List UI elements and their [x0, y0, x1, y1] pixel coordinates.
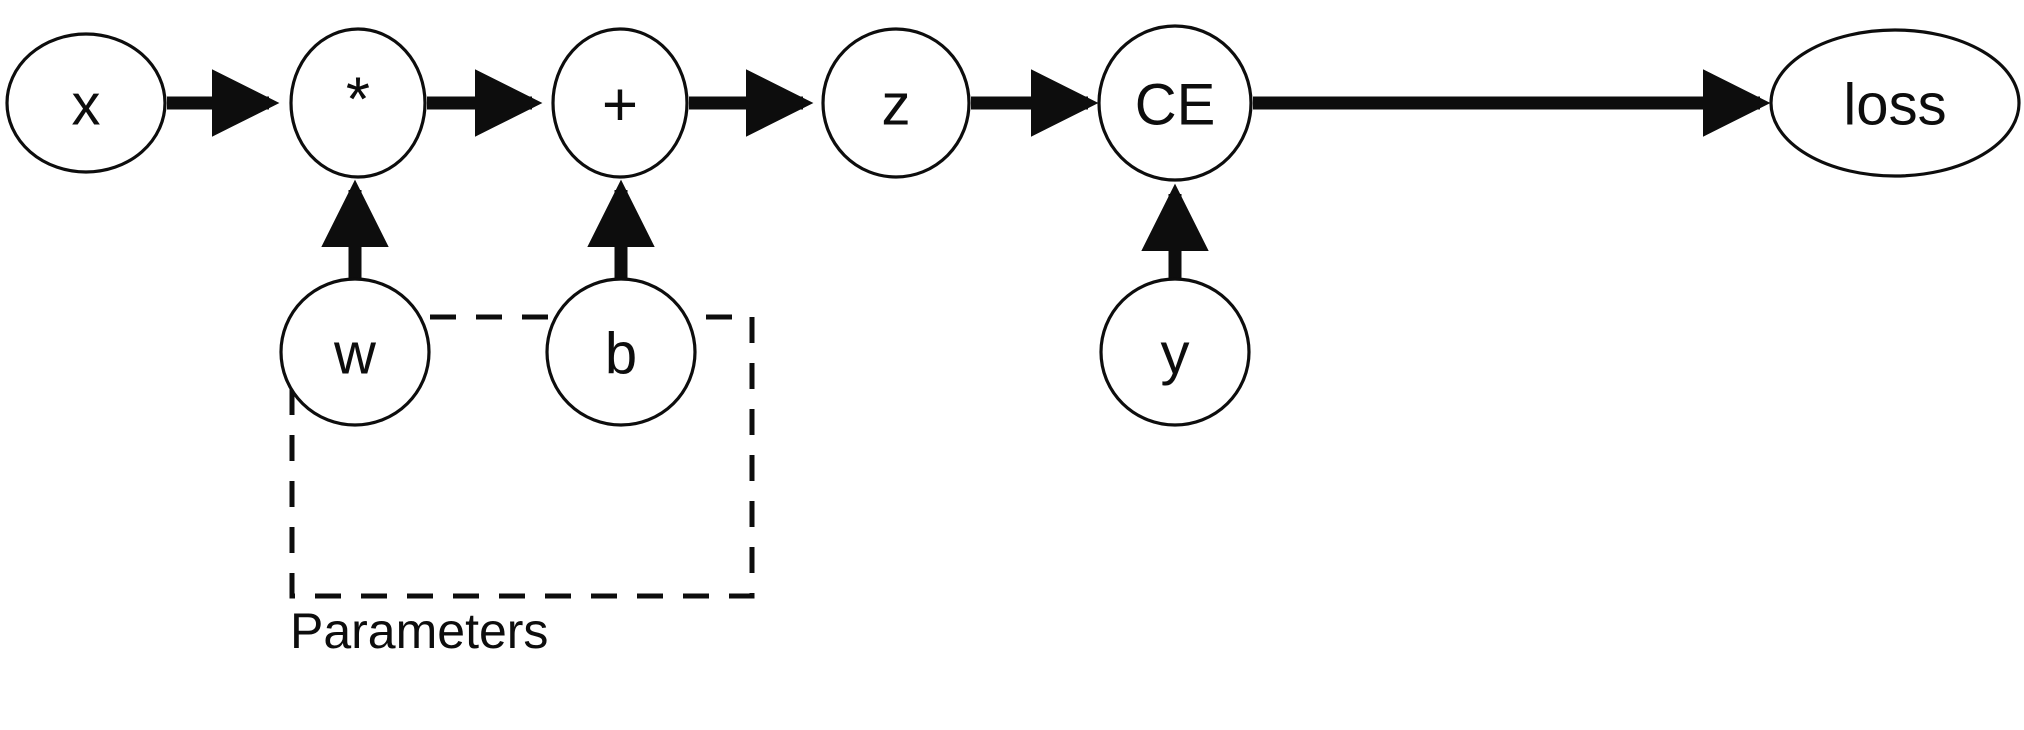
node-y-label: y [1161, 322, 1190, 387]
node-x[interactable]: x [5, 32, 167, 174]
node-loss-label: loss [1843, 73, 1946, 138]
node-multiply[interactable]: * [289, 27, 427, 179]
node-b[interactable]: b [545, 277, 697, 427]
node-x-label: x [72, 73, 101, 138]
node-add[interactable]: + [551, 27, 689, 179]
node-cross-entropy[interactable]: CE [1097, 24, 1253, 182]
node-b-label: b [605, 322, 637, 387]
node-layer: x * + z CE loss w b y [5, 24, 2021, 427]
parameters-group-label: Parameters [290, 603, 548, 659]
node-cross-entropy-label: CE [1135, 73, 1216, 138]
node-z-label: z [882, 73, 911, 138]
node-w-label: w [333, 322, 377, 387]
diagram-canvas: Parameters x * + z CE loss w b y [0, 0, 2024, 730]
node-add-label: + [602, 71, 638, 140]
node-w[interactable]: w [279, 277, 431, 427]
node-multiply-label: * [346, 66, 370, 135]
node-y[interactable]: y [1099, 277, 1251, 427]
node-z[interactable]: z [821, 27, 971, 179]
computational-graph: Parameters x * + z CE loss w b y [5, 24, 2021, 659]
node-loss[interactable]: loss [1769, 28, 2021, 178]
